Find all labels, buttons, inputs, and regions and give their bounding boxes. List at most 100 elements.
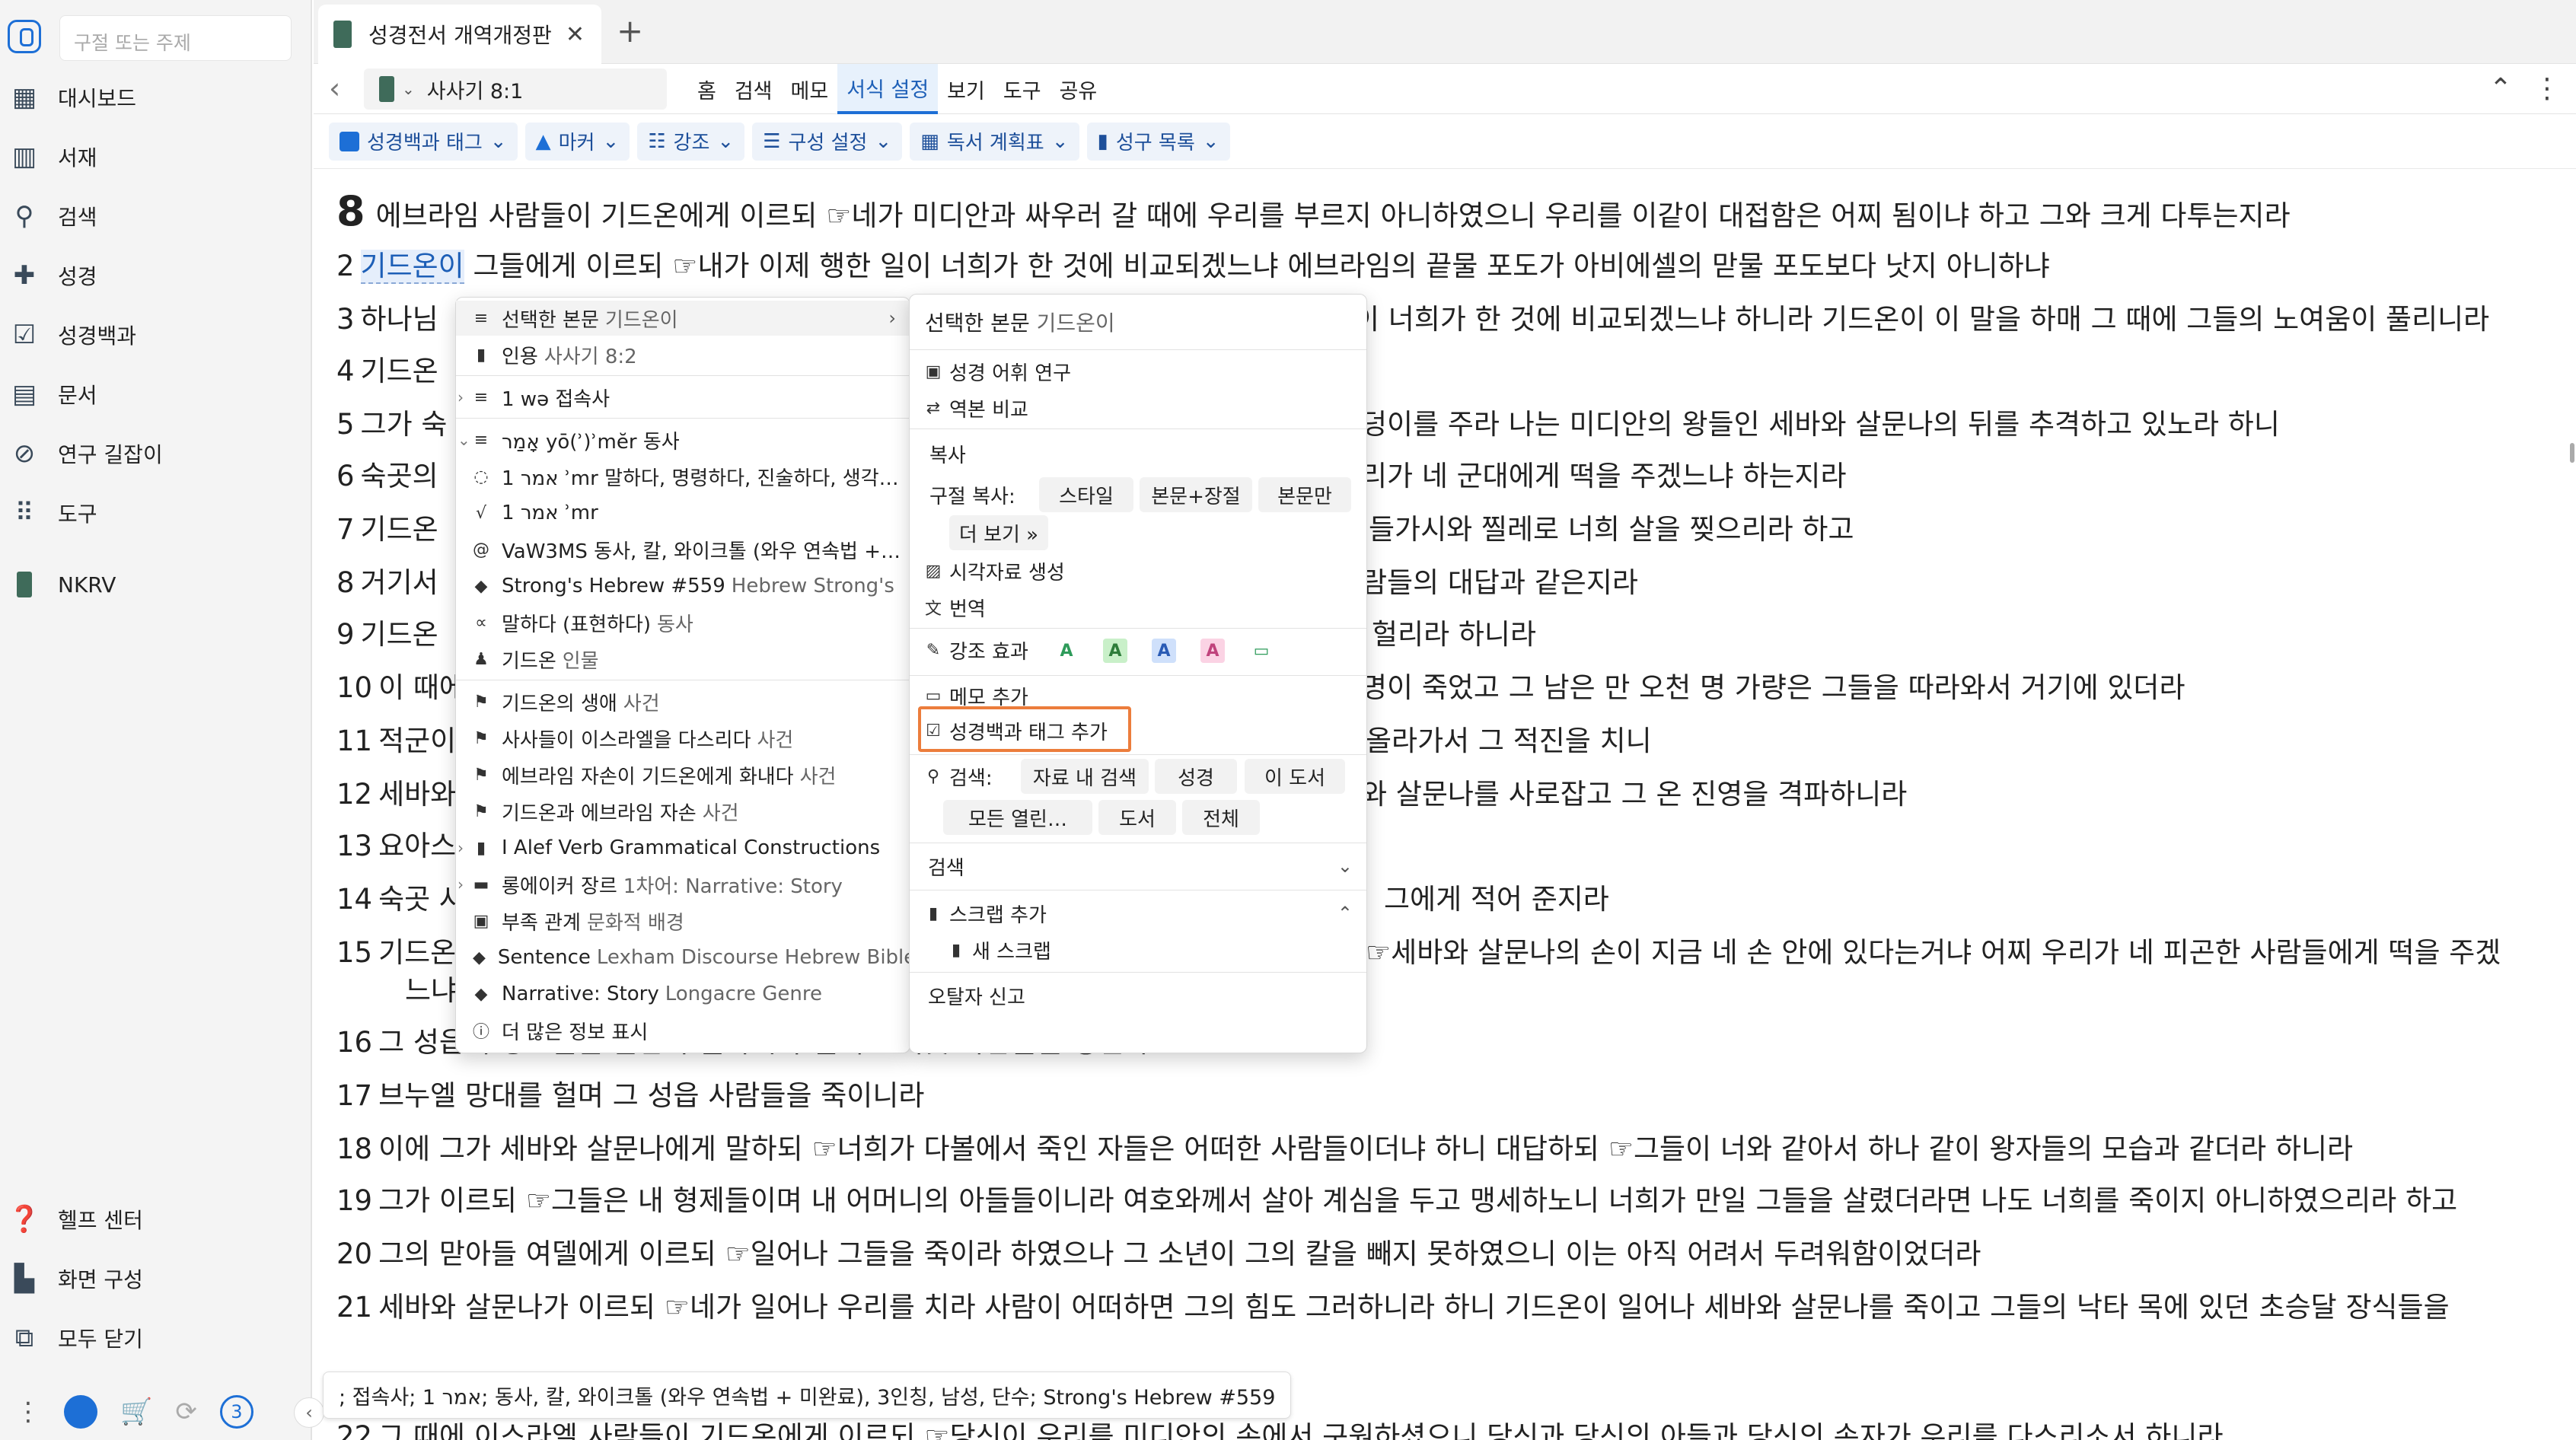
verse-6-end[interactable]: 리가 네 군대에게 떡을 주겠느냐 하는지라 xyxy=(1361,457,1847,496)
verse-15-end[interactable]: ☞세바와 살문나의 손이 지금 네 손 안에 있다는거냐 어찌 우리가 네 피곤… xyxy=(1366,933,2501,973)
ctx-new-clipping[interactable]: ▮ 새 스크랩 xyxy=(910,932,1366,967)
sidebar-item-nkrv[interactable]: NKRV xyxy=(0,558,312,611)
verse-11-end[interactable]: 올라가서 그 적진을 치니 xyxy=(1366,722,1652,761)
ctx-morphology[interactable]: @ VaW3MS 동사, 칼, 와이크톨 (와우 연속법 +… xyxy=(456,532,910,567)
ctx-event-1[interactable]: ⚑ 기드온의 생애 사건 xyxy=(456,684,910,719)
highlight-swatch-4[interactable]: A xyxy=(1200,639,1225,663)
ctx-create-visual[interactable]: ▨ 시각자료 생성 xyxy=(910,553,1366,588)
logos-logo-icon[interactable] xyxy=(8,20,41,53)
verse-14[interactable]: 14 숙곳 사 xyxy=(336,880,465,919)
reference-input[interactable]: 사사기 8:1 xyxy=(427,75,524,104)
verse-3-end[interactable]: 이 너희가 한 것에 비교되겠느냐 하니라 기드온이 이 말을 하매 그 때에 … xyxy=(1353,300,2489,339)
search-books-button[interactable]: 도서 xyxy=(1098,800,1176,835)
ctx-event-2[interactable]: ⚑ 사사들이 이스라엘을 다스리다 사건 xyxy=(456,721,910,756)
menu-formatting[interactable]: 서식 설정 xyxy=(837,64,939,114)
sidebar-item-tools[interactable]: ⠿ 도구 xyxy=(0,486,312,540)
verse-10[interactable]: 10 이 때에 xyxy=(336,668,465,708)
search-in-resource-button[interactable]: 자료 내 검색 xyxy=(1021,759,1149,794)
reference-box[interactable]: ⌄ 사사기 8:1 xyxy=(364,68,667,110)
menu-home[interactable]: 홈 xyxy=(688,64,725,114)
menu-view[interactable]: 보기 xyxy=(938,64,994,114)
ctx-add-clipping[interactable]: ▮ 스크랩 추가 ⌃ xyxy=(910,896,1366,931)
verse-6[interactable]: 6 숙곳의 xyxy=(336,457,438,496)
sidebar-search-input[interactable]: 구절 또는 주제 xyxy=(59,15,292,61)
verse-15-cont[interactable]: 느냐 xyxy=(405,971,457,1011)
highlight-swatch-1[interactable]: A xyxy=(1054,639,1079,663)
verse-8-end[interactable]: 람들의 대답과 같은지라 xyxy=(1361,563,1638,603)
marker-button[interactable]: ▲ 마커 ⌄ xyxy=(524,122,630,161)
scrollbar[interactable] xyxy=(2567,169,2576,1440)
emphasis-button[interactable]: ☷ 강조 ⌄ xyxy=(637,122,745,161)
factbook-tags-button[interactable]: 성경백과 태그 ⌄ xyxy=(329,122,518,161)
highlight-swatch-5[interactable]: ▭ xyxy=(1249,639,1274,663)
copy-text-only-button[interactable]: 본문만 xyxy=(1258,477,1351,512)
verse-17[interactable]: 17 브누엘 망대를 헐며 그 성읍 사람들을 죽이니라 xyxy=(336,1076,924,1116)
verse-7-end[interactable]: 들가시와 찔레로 너희 살을 찢으리라 하고 xyxy=(1369,510,1854,550)
ctx-compare-versions[interactable]: ⇄ 역본 비교 xyxy=(910,390,1366,425)
verse-19[interactable]: 19 그가 이르되 ☞그들은 내 형제들이며 내 어머니의 아들들이니라 여호와께… xyxy=(336,1181,2457,1221)
ctx-selected-text[interactable]: ≡ 선택한 본문 기드온이 › xyxy=(456,301,910,336)
verse-15[interactable]: 15 기드온 xyxy=(336,933,456,973)
chevron-up-circle-icon[interactable]: ⌃ xyxy=(2489,73,2512,104)
sidebar-item-help[interactable]: ❓ 헬프 센터 xyxy=(0,1193,312,1246)
chevron-down-icon[interactable]: ⌄ xyxy=(402,80,415,98)
close-tab-icon[interactable]: ✕ xyxy=(566,21,585,48)
verse-20[interactable]: 20 그의 맏아들 여델에게 이르되 ☞일어나 그들을 죽이라 하였으나 그 소년… xyxy=(336,1235,1981,1274)
selected-text[interactable]: 기드온이 xyxy=(360,250,464,284)
sidebar-item-factbook[interactable]: ☑ 성경백과 xyxy=(0,308,312,362)
ctx-word-study[interactable]: ▣ 성경 어휘 연구 xyxy=(910,354,1366,389)
highlight-swatch-2[interactable]: A xyxy=(1103,639,1127,663)
copy-style-button[interactable]: 스타일 xyxy=(1039,477,1133,512)
ctx-translate[interactable]: 文 번역 xyxy=(910,590,1366,625)
sync-icon[interactable]: ⟳ xyxy=(175,1397,197,1427)
menu-tools[interactable]: 도구 xyxy=(994,64,1050,114)
sidebar-item-layout[interactable]: ▙ 화면 구성 xyxy=(0,1252,312,1305)
scrollbar-thumb[interactable] xyxy=(2570,443,2574,463)
copy-text-ref-button[interactable]: 본문+장절 xyxy=(1140,477,1252,512)
notification-badge[interactable]: 3 xyxy=(219,1395,253,1429)
passage-list-button[interactable]: ▮ 성구 목록 ⌄ xyxy=(1086,122,1230,161)
ctx-sense[interactable]: ∝ 말하다 (표현하다) 동사 xyxy=(456,605,910,640)
verse-9-end[interactable]: 헐리라 하니라 xyxy=(1372,615,1536,655)
search-everything-button[interactable]: 전체 xyxy=(1182,800,1260,835)
sidebar-item-search[interactable]: ⚲ 검색 xyxy=(0,190,312,243)
ctx-conjunction[interactable]: › ≡ 1 wə 접속사 xyxy=(456,380,910,415)
copy-more-button[interactable]: 더 보기 » xyxy=(949,515,1048,550)
ctx-sentence[interactable]: ◆ Sentence Lexham Discourse Hebrew Bible xyxy=(456,940,910,975)
account-icon[interactable] xyxy=(64,1395,97,1429)
cart-icon[interactable]: 🛒 xyxy=(120,1397,152,1427)
verse-21[interactable]: 21 세바와 살문나가 이르되 ☞네가 일어나 우리를 치라 사람이 어떠하면 그… xyxy=(336,1288,2450,1327)
ctx-person[interactable]: ♟ 기드온 인물 xyxy=(456,642,910,677)
chevron-right-icon[interactable]: › xyxy=(457,875,464,894)
chevron-down-icon[interactable]: ⌄ xyxy=(457,431,470,449)
verse-8[interactable]: 8 거기서 xyxy=(336,563,438,603)
verse-12-end[interactable]: 와 살문나를 사로잡고 그 온 진영을 격파하니라 xyxy=(1361,775,1907,814)
sidebar-item-bible[interactable]: ✚ 성경 xyxy=(0,249,312,302)
tab-bible[interactable]: 성경전서 개역개정판 ✕ xyxy=(318,5,601,64)
sidebar-item-library[interactable]: ▥ 서재 xyxy=(0,130,312,183)
verse-7[interactable]: 7 기드온 xyxy=(336,510,438,550)
verse-12[interactable]: 12 세바와 xyxy=(336,775,456,814)
ctx-report-typo[interactable]: 오탈자 신고 xyxy=(910,978,1366,1013)
layout-settings-button[interactable]: ☰ 구성 설정 ⌄ xyxy=(752,122,903,161)
reading-plan-button[interactable]: ▦ 독서 계획표 ⌄ xyxy=(910,122,1079,161)
verse-9[interactable]: 9 기드온 xyxy=(336,615,438,655)
ctx-more-info[interactable]: ⓘ 더 많은 정보 표시 xyxy=(456,1013,910,1048)
ctx-culture[interactable]: ▣ 부족 관계 문화적 배경 xyxy=(456,903,910,938)
ctx-narrative[interactable]: ◆ Narrative: Story Longacre Genre xyxy=(456,976,910,1012)
search-all-open-button[interactable]: 모든 열린… xyxy=(943,800,1092,835)
verse-14-end[interactable]: 그에게 적어 준지라 xyxy=(1384,880,1609,919)
verse-18[interactable]: 18 이에 그가 세바와 살문나에게 말하되 ☞너희가 다볼에서 죽인 자들은 어… xyxy=(336,1129,2353,1169)
ctx-root[interactable]: √ 1 אמר ʾmr xyxy=(456,495,910,530)
sidebar-item-close-all[interactable]: ⧉ 모두 닫기 xyxy=(0,1311,312,1365)
verse-5[interactable]: 5 그가 숙 xyxy=(336,405,447,444)
ctx-search-section[interactable]: 검색 ⌄ xyxy=(910,849,1366,884)
ctx-genre[interactable]: › ▬ 롱에이커 장르 1차어: Narrative: Story xyxy=(456,867,910,902)
verse-2[interactable]: 2 기드온이 그들에게 이르되 ☞내가 이제 행한 일이 너희가 한 것에 비교되… xyxy=(336,247,2050,286)
menu-notes[interactable]: 메모 xyxy=(782,64,838,114)
ctx-lemma-definition[interactable]: ◌ 1 אמר ʾmr 말하다, 명령하다, 진술하다, 생각… xyxy=(456,459,910,494)
new-tab-button[interactable]: + xyxy=(617,12,643,49)
verse-4[interactable]: 4 기드온 xyxy=(336,352,438,391)
menu-share[interactable]: 공유 xyxy=(1050,64,1107,114)
ctx-verb-word[interactable]: ⌄ ≡ אָמַר yō(ʾ)ʾmĕr 동사 xyxy=(456,422,910,457)
